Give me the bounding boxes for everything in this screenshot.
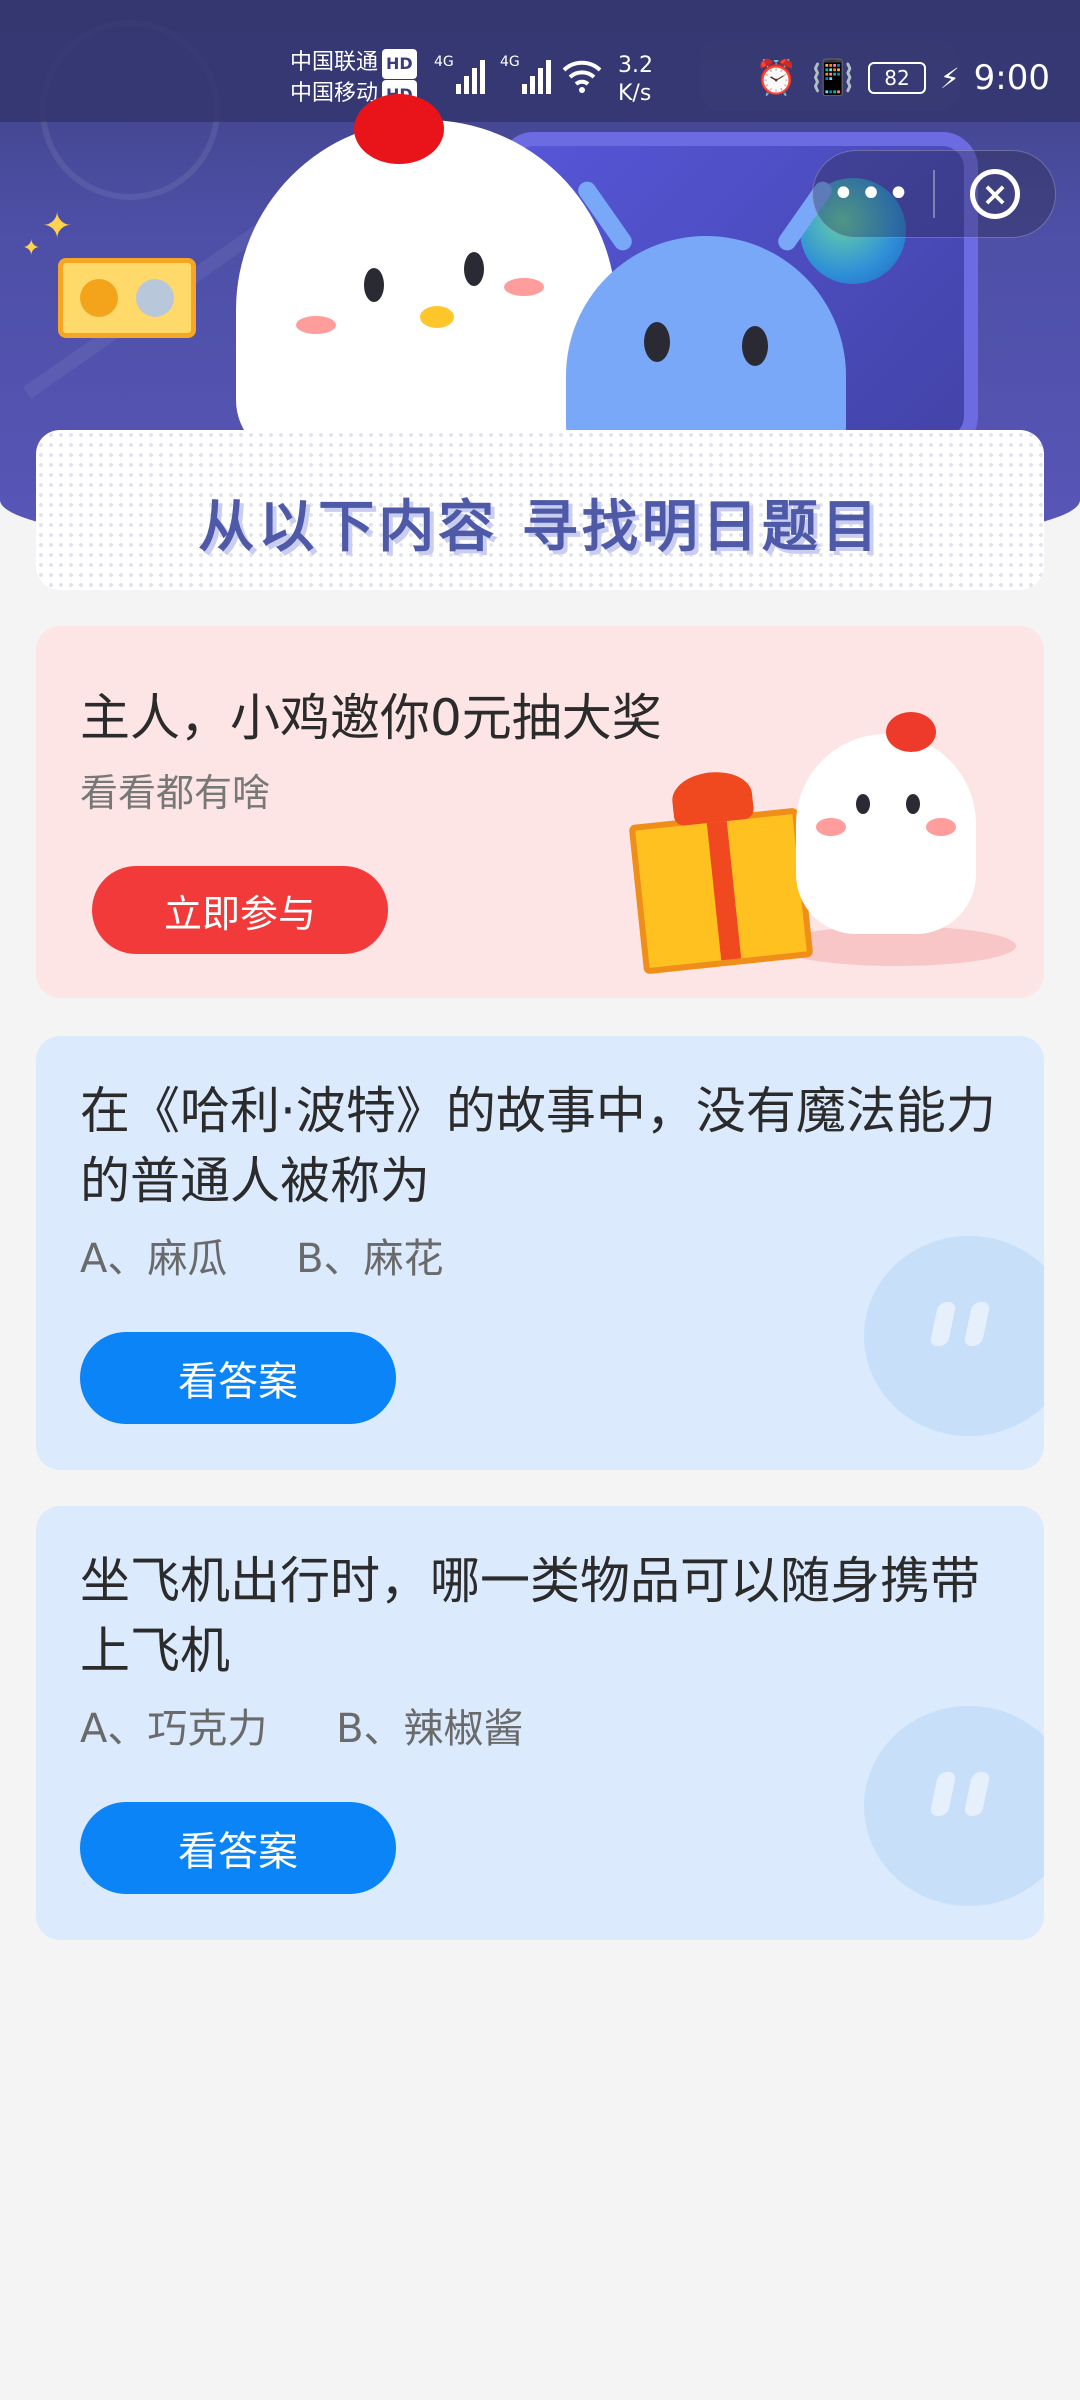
network-type-label: 4G bbox=[434, 54, 454, 70]
close-icon: × bbox=[970, 169, 1020, 219]
status-right: ⏰ 📳 82 ⚡ 9:00 bbox=[755, 58, 1050, 98]
chicken-cheek bbox=[926, 818, 956, 836]
signal-icon: 4G bbox=[434, 54, 485, 94]
quiz-card: 坐飞机出行时，哪一类物品可以随身携带上飞机 A、巧克力 B、辣椒酱 看答案 bbox=[36, 1506, 1044, 1940]
alien-eye bbox=[742, 326, 768, 366]
join-now-button[interactable]: 立即参与 bbox=[92, 866, 388, 954]
view-answer-button[interactable]: 看答案 bbox=[80, 1802, 396, 1894]
signal-icon: 4G bbox=[500, 54, 551, 94]
clock: 9:00 bbox=[973, 58, 1050, 98]
wifi-icon bbox=[562, 58, 602, 94]
more-button[interactable]: ••• bbox=[813, 174, 933, 214]
sparkle-icon: ✦ bbox=[42, 206, 73, 247]
option-b: B、麻花 bbox=[296, 1236, 444, 1282]
gift-ribbon bbox=[706, 821, 742, 961]
banner-title: 从以下内容 寻找明日题目 bbox=[198, 495, 882, 560]
quiz-question: 在《哈利·波特》的故事中，没有魔法能力的普通人被称为 bbox=[80, 1082, 996, 1210]
close-button[interactable]: × bbox=[935, 169, 1055, 219]
charging-icon: ⚡ bbox=[939, 61, 960, 95]
silver-medal-icon bbox=[135, 279, 174, 317]
chicken-eye bbox=[906, 794, 920, 814]
option-a: A、麻瓜 bbox=[80, 1236, 228, 1282]
gift-box-illustration bbox=[628, 768, 814, 975]
quiz-question: 坐飞机出行时，哪一类物品可以随身携带上飞机 bbox=[80, 1552, 980, 1680]
gift-bow bbox=[669, 768, 755, 827]
chat-bubble-icon bbox=[864, 1706, 1044, 1906]
status-bar: 中国联通HD 中国移动HD 4G 4G 3.2 K/s ⏰ 📳 82 bbox=[0, 0, 1080, 122]
chicken-eye bbox=[464, 252, 484, 286]
chicken-cheek bbox=[816, 818, 846, 836]
quiz-options: A、麻瓜 B、麻花 bbox=[80, 1226, 500, 1284]
gold-medal-icon bbox=[80, 279, 119, 317]
option-b: B、辣椒酱 bbox=[336, 1706, 524, 1752]
option-a: A、巧克力 bbox=[80, 1706, 268, 1752]
chicken-cheek bbox=[296, 316, 336, 334]
title-card: 从以下内容 寻找明日题目 bbox=[36, 430, 1044, 590]
alien-eye bbox=[644, 322, 670, 362]
chat-bubble-icon bbox=[864, 1236, 1044, 1436]
promo-title: 主人，小鸡邀你0元抽大奖 bbox=[80, 689, 662, 747]
promo-card[interactable]: 主人，小鸡邀你0元抽大奖 看看都有啥 立即参与 bbox=[36, 626, 1044, 998]
sparkle-icon: ✦ bbox=[22, 236, 41, 261]
chicken-beak bbox=[420, 306, 454, 328]
alarm-icon: ⏰ bbox=[755, 58, 798, 98]
battery-indicator: 82 bbox=[867, 62, 926, 94]
chicken-cheek bbox=[504, 278, 544, 296]
carrier-2: 中国移动 bbox=[290, 81, 379, 106]
view-answer-button[interactable]: 看答案 bbox=[80, 1332, 396, 1424]
vibrate-icon: 📳 bbox=[811, 58, 854, 98]
net-speed-value: 3.2 bbox=[618, 53, 653, 78]
quiz-card: 在《哈利·波特》的故事中，没有魔法能力的普通人被称为 A、麻瓜 B、麻花 看答案 bbox=[36, 1036, 1044, 1470]
quiz-options: A、巧克力 B、辣椒酱 bbox=[80, 1696, 580, 1754]
chicken-comb bbox=[886, 712, 936, 752]
net-speed: 3.2 K/s bbox=[618, 52, 653, 108]
carrier-1: 中国联通 bbox=[290, 50, 379, 75]
page: 中国联通HD 中国移动HD 4G 4G 3.2 K/s ⏰ 📳 82 bbox=[0, 0, 1080, 2400]
promo-subtitle: 看看都有啥 bbox=[80, 771, 271, 815]
chicken-eye bbox=[364, 268, 384, 302]
network-type-label: 4G bbox=[500, 54, 520, 70]
chicken-eye bbox=[856, 794, 870, 814]
net-speed-unit: K/s bbox=[618, 81, 652, 106]
chicken-comb bbox=[354, 94, 444, 164]
medal-board bbox=[58, 258, 196, 338]
mini-program-capsule: ••• × bbox=[812, 150, 1056, 238]
hd-badge: HD bbox=[382, 49, 417, 79]
chicken-illustration bbox=[796, 712, 976, 934]
